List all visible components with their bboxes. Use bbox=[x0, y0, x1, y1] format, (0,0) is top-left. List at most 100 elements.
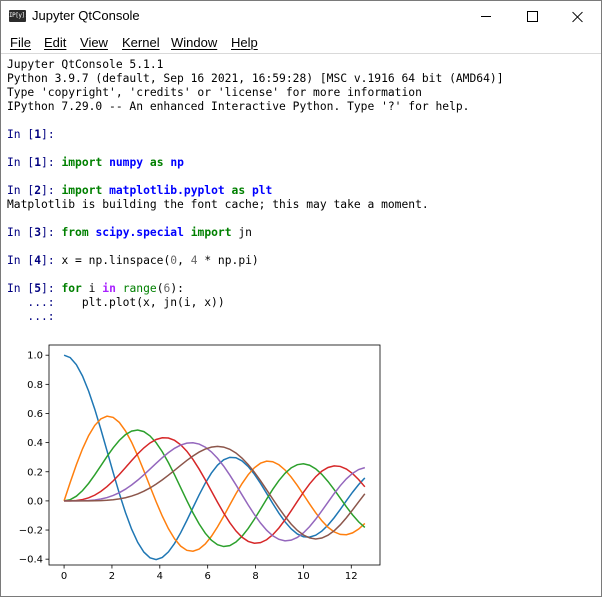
bessel-plot: 0 2 4 6 8 10 12 −0.4 −0.2 0.0 0.2 0.4 0.6 0.8 1.0 bbox=[19, 344, 381, 582]
keyword: as bbox=[149, 156, 164, 169]
x-tick-label: 0 bbox=[61, 571, 67, 582]
window-title: Jupyter QtConsole bbox=[32, 8, 140, 23]
code-text: plt.plot(x, jn(i, x)) bbox=[54, 296, 225, 309]
menu-view[interactable]: View bbox=[80, 35, 108, 50]
menu-file-label: ile bbox=[17, 35, 31, 50]
prompt-label: In [ bbox=[7, 184, 35, 197]
qtconsole-window: IP[y]: Jupyter QtConsole File Edit View … bbox=[0, 0, 602, 597]
menu-kernel-accel: K bbox=[122, 35, 131, 50]
prompt-number: 1 bbox=[34, 128, 42, 141]
x-tick-label: 6 bbox=[204, 571, 210, 582]
menu-file[interactable]: File bbox=[10, 35, 31, 50]
input-cell: In [1]: bbox=[7, 128, 55, 142]
code-text: , bbox=[177, 254, 191, 267]
y-tick-label: −0.2 bbox=[19, 526, 43, 537]
minimize-icon bbox=[481, 16, 491, 17]
y-tick-label: 0.8 bbox=[27, 380, 43, 391]
prompt-label: In [ bbox=[7, 254, 35, 267]
keyword: in bbox=[102, 282, 116, 295]
y-tick-label: −0.4 bbox=[19, 555, 43, 566]
keyword: from bbox=[61, 226, 89, 239]
menu-view-label: iew bbox=[88, 35, 108, 50]
menu-window[interactable]: Window bbox=[171, 35, 217, 50]
y-tick-label: 0.4 bbox=[27, 438, 43, 449]
menu-edit-accel: E bbox=[44, 35, 53, 50]
prompt-close: ]: bbox=[41, 128, 55, 141]
keyword: import bbox=[190, 226, 232, 239]
menu-help-accel: H bbox=[231, 35, 241, 50]
keyword: import bbox=[61, 156, 103, 169]
x-tick-label: 2 bbox=[109, 571, 115, 582]
x-tick-label: 12 bbox=[345, 571, 358, 582]
prompt-label: In [ bbox=[7, 226, 35, 239]
input-cell: In [4]: x = np.linspace(0, 4 * np.pi) bbox=[7, 254, 259, 268]
code-text: i bbox=[81, 282, 103, 295]
prompt-close: ]: bbox=[41, 282, 55, 295]
menu-window-label: indow bbox=[183, 35, 218, 50]
banner-line: Jupyter QtConsole 5.1.1 bbox=[7, 58, 164, 71]
continuation-prompt: ...: bbox=[7, 296, 55, 309]
banner-line: Type 'copyright', 'credits' or 'license'… bbox=[7, 86, 422, 99]
module-alias: np bbox=[170, 156, 184, 169]
prompt-number: 1 bbox=[34, 156, 42, 169]
x-tick-label: 4 bbox=[157, 571, 163, 582]
close-button[interactable] bbox=[555, 1, 601, 32]
imported-name: jn bbox=[238, 226, 252, 239]
code-text: * np.pi) bbox=[197, 254, 259, 267]
code-text: x = np.linspace( bbox=[61, 254, 171, 267]
prompt-number: 4 bbox=[34, 254, 42, 267]
menu-kernel-label: ernel bbox=[130, 35, 160, 50]
builtin-name: range bbox=[122, 282, 157, 295]
minimize-button[interactable] bbox=[463, 1, 509, 32]
module-name: scipy.special bbox=[95, 226, 184, 239]
y-tick-label: 0.2 bbox=[27, 467, 43, 478]
menu-edit[interactable]: Edit bbox=[44, 35, 66, 50]
prompt-label: In [ bbox=[7, 128, 35, 141]
prompt-close: ]: bbox=[41, 156, 55, 169]
menu-help-label: elp bbox=[240, 35, 258, 50]
input-cell: In [1]: import numpy as np bbox=[7, 156, 184, 170]
input-cell: In [5]: for i in range(6): bbox=[7, 282, 184, 295]
prompt-number: 3 bbox=[34, 226, 42, 239]
continuation-prompt: ...: bbox=[7, 310, 55, 323]
module-name: matplotlib.pyplot bbox=[109, 184, 225, 197]
y-tick-label: 0.6 bbox=[27, 409, 43, 420]
x-tick-label: 8 bbox=[252, 571, 258, 582]
x-tick-label: 10 bbox=[297, 571, 310, 582]
maximize-icon bbox=[526, 11, 538, 22]
prompt-label: In [ bbox=[7, 282, 35, 295]
console-area[interactable]: Jupyter QtConsole 5.1.1 Python 3.9.7 (de… bbox=[1, 53, 601, 596]
title-bar[interactable]: IP[y]: Jupyter QtConsole bbox=[1, 1, 601, 32]
prompt-label: In [ bbox=[7, 156, 35, 169]
menu-help[interactable]: Help bbox=[231, 35, 258, 50]
menu-bar: File Edit View Kernel Window Help bbox=[1, 32, 601, 53]
keyword: import bbox=[61, 184, 103, 197]
menu-file-accel: F bbox=[10, 35, 18, 50]
close-icon bbox=[572, 11, 584, 23]
continuation-line: ...: bbox=[7, 310, 55, 324]
menu-window-accel: W bbox=[171, 35, 184, 50]
number-literal: 4 bbox=[190, 254, 198, 267]
menu-edit-label: dit bbox=[52, 35, 67, 50]
module-alias: plt bbox=[251, 184, 273, 197]
module-name: numpy bbox=[109, 156, 144, 169]
menu-kernel[interactable]: Kernel bbox=[122, 35, 160, 50]
jupyter-app-icon: IP[y]: bbox=[9, 10, 28, 22]
prompt-close: ]: bbox=[41, 254, 55, 267]
banner-line: IPython 7.29.0 -- An enhanced Interactiv… bbox=[7, 100, 470, 113]
prompt-close: ]: bbox=[41, 226, 55, 239]
output-text: Matplotlib is building the font cache; t… bbox=[7, 198, 429, 211]
prompt-close: ]: bbox=[41, 184, 55, 197]
input-cell: In [2]: import matplotlib.pyplot as plt bbox=[7, 184, 272, 198]
input-cell: In [3]: from scipy.special import jn bbox=[7, 226, 252, 240]
prompt-number: 2 bbox=[34, 184, 42, 197]
maximize-button[interactable] bbox=[509, 1, 555, 32]
y-tick-label: 1.0 bbox=[27, 351, 43, 362]
continuation-line: ...: plt.plot(x, jn(i, x)) bbox=[7, 296, 225, 310]
y-tick-label: 0.0 bbox=[27, 496, 43, 507]
banner-line: Python 3.9.7 (default, Sep 16 2021, 16:5… bbox=[7, 72, 504, 85]
keyword: for bbox=[61, 282, 82, 295]
code-text: ): bbox=[170, 282, 184, 295]
prompt-number: 5 bbox=[34, 282, 42, 295]
keyword: as bbox=[231, 184, 246, 197]
